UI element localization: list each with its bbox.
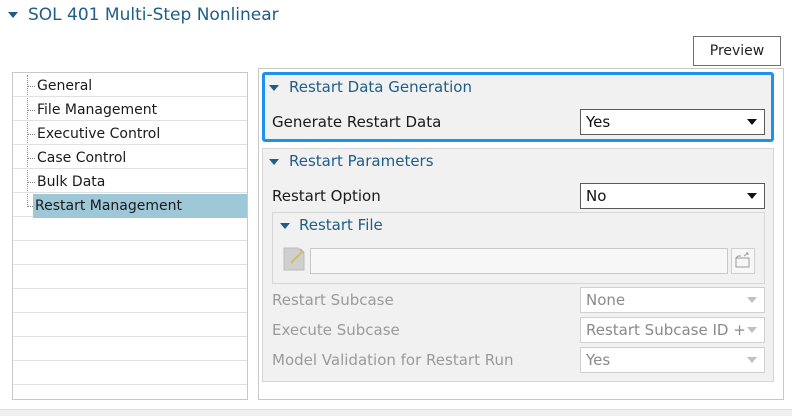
tree-connector <box>27 134 35 135</box>
select-value: None <box>586 291 626 309</box>
tree-row <box>13 313 247 337</box>
tree-connector <box>27 110 35 111</box>
tree-row <box>13 337 247 361</box>
browse-button[interactable] <box>731 248 755 274</box>
tree-item-label: Restart Management <box>33 194 247 218</box>
collapse-triangle-icon[interactable] <box>6 4 20 26</box>
restart-option-select[interactable]: No <box>580 183 765 209</box>
tree-connector <box>27 158 35 159</box>
section-title-restart-parameters: Restart Parameters <box>289 152 434 170</box>
tree-row <box>13 361 247 385</box>
select-value: Restart Subcase ID + <box>586 321 746 339</box>
tree-row <box>13 217 247 241</box>
tree-item-restart-management[interactable]: Restart Management <box>13 194 247 218</box>
generate-restart-data-select[interactable]: Yes <box>580 109 765 135</box>
select-value: No <box>586 187 607 205</box>
tree-connector <box>27 182 35 183</box>
preview-button[interactable]: Preview <box>693 36 781 66</box>
page-title: SOL 401 Multi-Step Nonlinear <box>28 5 279 25</box>
tree-item-executive-control[interactable]: Executive Control <box>13 122 247 146</box>
restart-subcase-label: Restart Subcase <box>272 291 394 309</box>
tree-item-file-management[interactable]: File Management <box>13 98 247 122</box>
restart-option-label: Restart Option <box>272 187 381 205</box>
restart-file-path-input[interactable] <box>310 248 728 274</box>
collapse-triangle-icon[interactable] <box>279 221 291 231</box>
model-validation-label: Model Validation for Restart Run <box>272 351 514 369</box>
tree-item-case-control[interactable]: Case Control <box>13 146 247 170</box>
bottom-divider <box>0 409 792 416</box>
chevron-down-icon <box>747 297 757 303</box>
chevron-down-icon <box>747 193 757 199</box>
select-value: Yes <box>586 113 611 131</box>
execute-subcase-select[interactable]: Restart Subcase ID + <box>580 317 765 343</box>
restart-subcase-select[interactable]: None <box>580 287 765 313</box>
section-title-restart-file: Restart File <box>299 216 383 234</box>
tree-connector <box>27 86 35 87</box>
edit-file-icon <box>283 247 305 271</box>
collapse-triangle-icon[interactable] <box>268 83 280 93</box>
tree-row <box>13 241 247 265</box>
chevron-down-icon <box>747 119 757 125</box>
options-tree: General File Management Executive Contro… <box>12 72 248 400</box>
tree-item-bulk-data[interactable]: Bulk Data <box>13 170 247 194</box>
model-validation-select[interactable]: Yes <box>580 347 765 373</box>
chevron-down-icon <box>747 357 757 363</box>
open-folder-icon <box>735 252 750 268</box>
tree-item-label: Bulk Data <box>37 174 106 190</box>
chevron-down-icon <box>746 326 758 334</box>
tree-row <box>13 265 247 289</box>
execute-subcase-label: Execute Subcase <box>272 321 400 339</box>
tree-item-label: File Management <box>37 102 158 118</box>
select-value: Yes <box>586 351 611 369</box>
collapse-triangle-icon[interactable] <box>268 157 280 167</box>
tree-row <box>13 289 247 313</box>
tree-item-general[interactable]: General <box>13 74 247 98</box>
generate-restart-data-label: Generate Restart Data <box>272 113 442 131</box>
tree-item-label: General <box>37 78 93 94</box>
tree-item-label: Case Control <box>37 150 127 166</box>
section-title-restart-data-generation: Restart Data Generation <box>289 78 472 96</box>
tree-item-label: Executive Control <box>37 126 161 142</box>
